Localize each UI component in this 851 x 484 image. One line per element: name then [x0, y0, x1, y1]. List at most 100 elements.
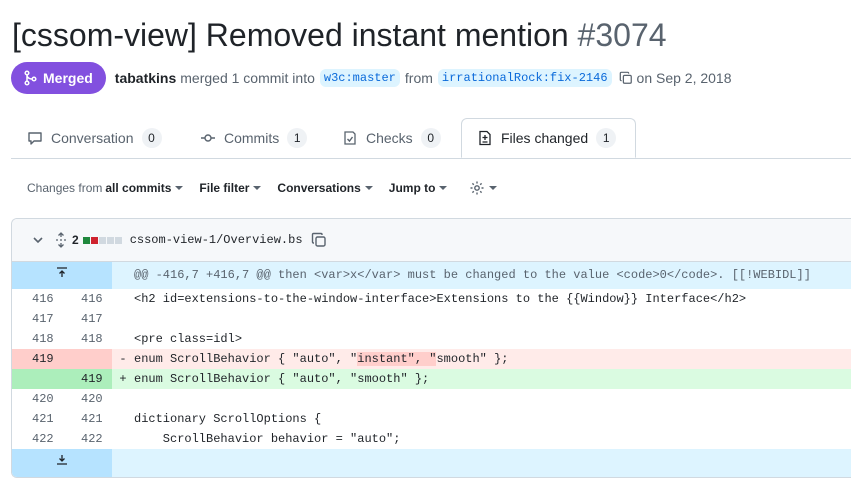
expand-down-icon[interactable]	[12, 449, 112, 477]
tab-commits[interactable]: Commits 1	[200, 118, 308, 158]
old-line-number[interactable]: 417	[12, 309, 70, 329]
copy-branch-icon[interactable]	[619, 71, 633, 85]
caret-down-icon	[253, 186, 262, 190]
old-line-number[interactable]: 416	[12, 289, 70, 309]
new-line-number[interactable]: 417	[70, 309, 112, 329]
old-line-number[interactable]: 420	[12, 389, 70, 409]
caret-down-icon	[175, 186, 184, 190]
file-filter-dropdown[interactable]: File filter	[199, 181, 262, 195]
tab-label: Checks	[366, 130, 413, 146]
head-branch[interactable]: irrationalRock:fix-2146	[437, 69, 612, 87]
tab-checks[interactable]: Checks 0	[342, 118, 441, 158]
file-header: 2 cssom-view-1/Overview.bs	[12, 219, 851, 262]
expand-all-icon[interactable]	[54, 232, 68, 248]
jump-to-dropdown[interactable]: Jump to	[389, 181, 448, 195]
diff-settings-dropdown[interactable]	[469, 180, 498, 196]
hunk-footer-row	[12, 449, 851, 477]
code-line: <h2 id=extensions-to-the-window-interfac…	[112, 289, 851, 309]
pr-title: [cssom-view] Removed instant mention #30…	[12, 14, 667, 56]
code-text: smooth" };	[436, 352, 509, 366]
diff-line: 417 417	[12, 309, 851, 329]
diffstat-square-neutral	[98, 236, 106, 244]
new-line-number[interactable]: 420	[70, 389, 112, 409]
caret-down-icon	[364, 186, 373, 190]
tab-counter: 1	[596, 128, 617, 148]
from-text: from	[404, 70, 433, 86]
diffstat-square-neutral	[106, 236, 114, 244]
old-line-number[interactable]	[12, 369, 70, 389]
code-line: dictionary ScrollOptions {	[112, 409, 851, 429]
tab-label: Files changed	[501, 130, 589, 146]
file-name[interactable]: cssom-view-1/Overview.bs	[130, 233, 303, 247]
code-text: enum ScrollBehavior { "auto", "	[134, 352, 358, 366]
tab-label: Commits	[224, 130, 280, 146]
deletion-sign: -	[119, 352, 127, 366]
merge-date: on Sep 2, 2018	[636, 70, 732, 86]
pr-number: #3074	[577, 17, 667, 53]
merged-state-badge: Merged	[11, 62, 106, 94]
code-text: ScrollBehavior behavior = "auto";	[134, 432, 401, 446]
caret-down-icon	[489, 186, 498, 190]
tab-label: Conversation	[51, 130, 134, 146]
author-link[interactable]: tabatkins	[115, 70, 176, 86]
commit-icon	[201, 134, 215, 142]
changes-from-prefix: Changes from	[27, 181, 103, 195]
tab-conversation[interactable]: Conversation 0	[27, 118, 162, 158]
new-line-number[interactable]: 421	[70, 409, 112, 429]
diff-line: 421 421 dictionary ScrollOptions {	[12, 409, 851, 429]
new-line-number[interactable]: 422	[70, 429, 112, 449]
addition-sign: +	[119, 372, 127, 386]
pr-title-text: [cssom-view] Removed instant mention	[12, 17, 569, 53]
diffstat-square-neutral	[114, 236, 122, 244]
code-text: <h2 id=extensions-to-the-window-interfac…	[134, 292, 747, 306]
base-branch[interactable]: w3c:master	[319, 69, 400, 87]
file-filter-label: File filter	[199, 181, 250, 195]
collapse-file-icon[interactable]	[32, 234, 44, 246]
tab-counter: 0	[141, 128, 162, 148]
added-line: 419 + enum ScrollBehavior { "auto", "smoo…	[12, 369, 851, 389]
old-line-number[interactable]: 419	[12, 349, 70, 369]
change-count: 2	[72, 233, 79, 247]
new-line-number[interactable]	[70, 349, 112, 369]
changes-from-value: all commits	[105, 181, 172, 195]
jump-to-label: Jump to	[388, 181, 436, 195]
diff-line: 416 416 <h2 id=extensions-to-the-window-…	[12, 289, 851, 309]
diff-toolbar: Changes from all commits File filter Con…	[27, 178, 513, 198]
deleted-word-highlight: instant", "	[357, 352, 437, 366]
deleted-line: 419 - enum ScrollBehavior { "auto", "inst…	[12, 349, 851, 369]
gear-icon	[470, 181, 484, 195]
code-line: ScrollBehavior behavior = "auto";	[112, 429, 851, 449]
code-line: + enum ScrollBehavior { "auto", "smooth" …	[112, 369, 851, 389]
comment-icon	[28, 132, 42, 145]
tab-counter: 1	[287, 128, 308, 148]
file-diff-icon	[479, 130, 491, 146]
new-line-number[interactable]: 416	[70, 289, 112, 309]
code-text: enum ScrollBehavior { "auto", "smooth" }…	[134, 372, 430, 386]
copy-path-icon[interactable]	[311, 232, 327, 248]
diff-line: 420 420	[12, 389, 851, 409]
hunk-header-row: @@ -416,7 +416,7 @@ then <var>x</var> mu…	[12, 262, 851, 289]
code-text: dictionary ScrollOptions {	[134, 412, 322, 426]
conversations-dropdown[interactable]: Conversations	[277, 181, 373, 195]
tab-counter: 0	[420, 128, 441, 148]
pr-tabs: Conversation 0 Commits 1 Checks 0 Files …	[11, 118, 851, 159]
tab-files-changed[interactable]: Files changed 1	[461, 118, 636, 158]
diff-line: 418 418 <pre class=idl>	[12, 329, 851, 349]
old-line-number[interactable]: 422	[12, 429, 70, 449]
new-line-number[interactable]: 419	[70, 369, 112, 389]
diffstat-square-deleted	[90, 236, 98, 244]
expand-up-icon[interactable]	[12, 262, 112, 289]
merged-state-label: Merged	[43, 70, 93, 86]
conversations-label: Conversations	[277, 181, 361, 195]
old-line-number[interactable]: 418	[12, 329, 70, 349]
changes-from-dropdown[interactable]: Changes from all commits	[27, 181, 184, 195]
new-line-number[interactable]: 418	[70, 329, 112, 349]
code-line: - enum ScrollBehavior { "auto", "instant"…	[112, 349, 851, 369]
old-line-number[interactable]: 421	[12, 409, 70, 429]
merge-icon	[24, 70, 37, 86]
caret-down-icon	[439, 186, 448, 190]
diff-line: 422 422 ScrollBehavior behavior = "auto"…	[12, 429, 851, 449]
file-diff: 2 cssom-view-1/Overview.bs @@ -416,7 +41…	[11, 218, 851, 478]
